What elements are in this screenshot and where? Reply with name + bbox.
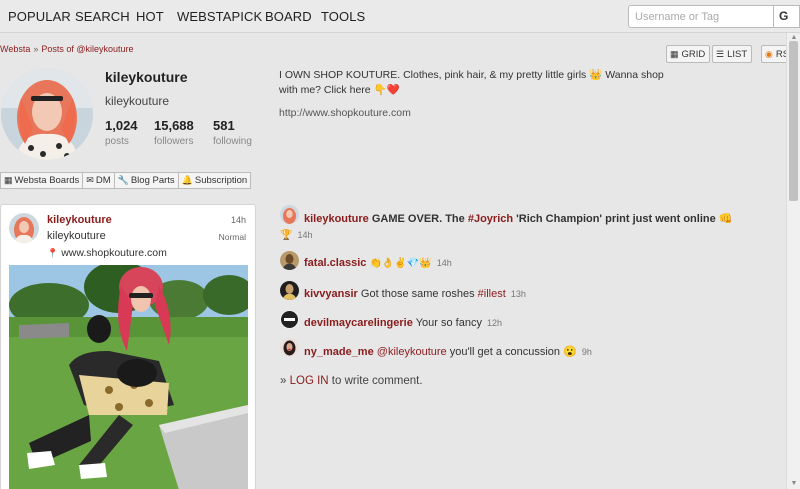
login-link[interactable]: LOG IN — [290, 375, 329, 387]
posts-count: 1,024 — [105, 118, 138, 133]
profile-avatar[interactable] — [1, 68, 93, 160]
dm-label: DM — [95, 175, 111, 186]
breadcrumb-separator: » — [33, 44, 39, 54]
board-icon: ▦ — [4, 175, 13, 185]
post-author-name[interactable]: kileykouture — [47, 214, 112, 226]
login-arrow: » — [280, 375, 287, 387]
trophy-emoji: 🏆 — [280, 230, 293, 241]
subscription-label: Subscription — [194, 175, 248, 186]
followers-label[interactable]: followers — [154, 136, 193, 147]
comment-hashtag[interactable]: #Joyrich — [468, 213, 513, 225]
scroll-down-icon[interactable]: ▼ — [787, 479, 800, 489]
comment-username[interactable]: fatal.classic — [304, 257, 366, 269]
websta-boards-button[interactable]: ▦ Websta Boards — [0, 172, 84, 189]
nav-popular[interactable]: POPULAR — [8, 9, 71, 24]
nav-webstapick[interactable]: WEBSTAPICK — [177, 9, 262, 24]
websta-boards-label: Websta Boards — [14, 175, 80, 186]
commenter-avatar[interactable] — [280, 251, 299, 270]
comment-emojis: 👏👌✌💎👑 — [369, 258, 432, 269]
envelope-icon: ✉ — [86, 175, 94, 185]
comment-text: Got those same roshes — [360, 288, 478, 300]
breadcrumb: Websta» Posts of @kileykouture — [0, 44, 134, 54]
following-count[interactable]: 581 — [213, 118, 235, 133]
search-button[interactable]: G — [773, 5, 800, 28]
commenter-avatar[interactable] — [280, 205, 299, 224]
posts-label: posts — [105, 136, 129, 147]
comment-time: 14h — [297, 230, 313, 240]
bell-icon: 🔔 — [181, 175, 193, 185]
search-input[interactable] — [628, 5, 774, 28]
post-card: kileykouture 14h kileykouture Normal 📍 ww… — [0, 204, 256, 489]
bio-line-1: I OWN SHOP KOUTURE. Clothes, pink hair, … — [279, 69, 664, 81]
profile-tools: ▦ Websta Boards ✉ DM 🔧 Blog Parts 🔔 Subscrip… — [0, 172, 252, 189]
scroll-thumb[interactable] — [789, 41, 798, 201]
grid-icon: ▦ — [670, 49, 679, 59]
post-time: 14h — [230, 215, 246, 225]
comment-time: 13h — [510, 289, 526, 299]
breadcrumb-websta-link[interactable]: Websta — [0, 44, 30, 54]
dm-button[interactable]: ✉ DM — [82, 172, 115, 189]
nav-board[interactable]: BOARD — [265, 9, 312, 24]
profile-username: kileykouture — [105, 94, 170, 108]
comment-text: GAME OVER. The — [371, 213, 468, 225]
page-scrollbar[interactable]: ▲ ▼ — [786, 33, 800, 489]
top-navigation-bar: POPULAR SEARCH HOT WEBSTAPICK BOARD TOOL… — [0, 0, 800, 33]
comment-time: 12h — [487, 318, 503, 328]
bio-line-2: with me? Click here 👇❤️ — [279, 84, 400, 96]
comment-username[interactable]: kivvyansir — [304, 288, 358, 300]
post-filter: Normal — [218, 232, 246, 242]
post-photo[interactable] — [9, 265, 248, 489]
nav-search[interactable]: SEARCH — [75, 9, 130, 24]
nav-hot[interactable]: HOT — [136, 9, 164, 24]
breadcrumb-current: Posts of @kileykouture — [41, 44, 134, 54]
list-view-button[interactable]: ☰ LIST — [712, 45, 753, 63]
login-suffix: to write comment. — [328, 375, 423, 387]
comment-username[interactable]: devilmaycarelingerie — [304, 317, 413, 329]
profile-bio: I OWN SHOP KOUTURE. Clothes, pink hair, … — [279, 68, 699, 98]
comment-hashtag[interactable]: #illest — [478, 288, 506, 300]
comment-mention[interactable]: @kileykouture — [377, 346, 447, 358]
list-label: LIST — [727, 49, 748, 60]
blog-parts-label: Blog Parts — [130, 175, 175, 186]
comment-time: 14h — [436, 258, 452, 268]
rss-icon: ◉ — [765, 49, 773, 59]
list-icon: ☰ — [716, 49, 725, 59]
subscription-button[interactable]: 🔔 Subscription — [177, 172, 252, 189]
profile-display-name: kileykouture — [105, 69, 188, 85]
commenter-avatar[interactable] — [280, 281, 299, 300]
comment-time: 9h — [581, 347, 592, 357]
post-username: kileykouture — [47, 230, 106, 242]
commenter-avatar[interactable] — [280, 310, 299, 329]
comment-text-tail: 'Rich Champion' print just went online 👊 — [513, 213, 733, 225]
comment-text: you'll get a concussion 😮 — [446, 346, 577, 358]
commenter-avatar[interactable] — [280, 338, 299, 357]
login-prompt: » LOG IN to write comment. — [280, 375, 423, 387]
comment-username[interactable]: kileykouture — [304, 213, 369, 225]
wrench-icon: 🔧 — [117, 175, 129, 185]
post-location-text: www.shopkouture.com — [61, 247, 167, 259]
comment-text: Your so fancy — [415, 317, 482, 329]
grid-view-button[interactable]: ▦ GRID — [666, 45, 711, 63]
post-author-avatar[interactable] — [9, 213, 39, 243]
grid-label: GRID — [681, 49, 706, 60]
comment-username[interactable]: ny_made_me — [304, 346, 374, 358]
followers-count[interactable]: 15,688 — [154, 118, 194, 133]
nav-tools[interactable]: TOOLS — [321, 9, 365, 24]
blog-parts-button[interactable]: 🔧 Blog Parts — [113, 172, 179, 189]
following-label[interactable]: following — [213, 136, 252, 147]
post-location[interactable]: 📍 www.shopkouture.com — [47, 247, 167, 259]
map-marker-icon: 📍 — [47, 248, 59, 258]
profile-website-link[interactable]: http://www.shopkouture.com — [279, 107, 411, 119]
